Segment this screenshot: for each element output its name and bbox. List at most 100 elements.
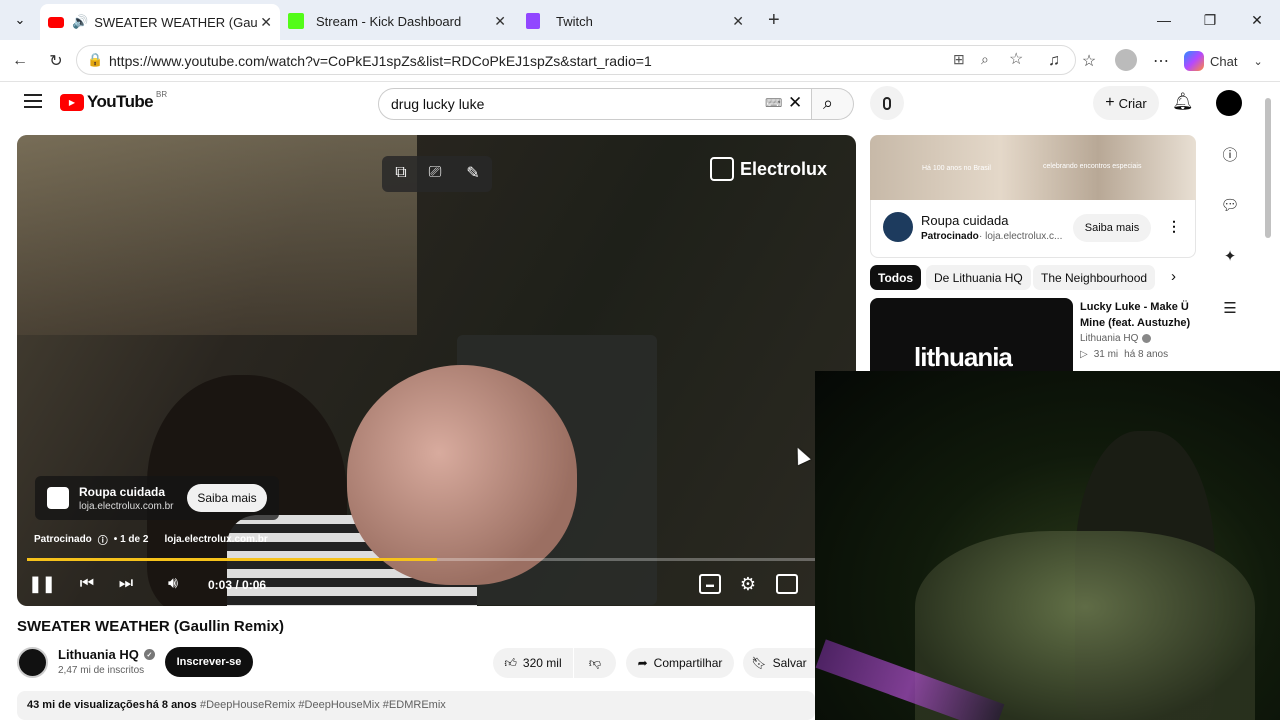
screen-capture-icon[interactable]: ⎚ bbox=[424, 162, 446, 184]
queue-list-icon[interactable]: ☰ bbox=[1218, 296, 1242, 320]
subscribe-button[interactable]: Inscrever-se bbox=[165, 647, 253, 677]
recommended-title-line-1: Lucky Luke - Make Ü bbox=[1080, 301, 1189, 313]
progress-bar[interactable] bbox=[27, 558, 815, 561]
speaker-icon[interactable]: 🔊 bbox=[72, 14, 88, 30]
dislike-button[interactable]: 👎︎ bbox=[574, 648, 616, 678]
search-input[interactable]: drug lucky luke bbox=[391, 96, 484, 112]
media-control-icon[interactable]: ♫ bbox=[1043, 50, 1065, 72]
webcam-overlay bbox=[815, 371, 1280, 720]
lock-icon[interactable]: 🔒 bbox=[87, 52, 103, 68]
like-button[interactable]: 👍︎ 320 mil bbox=[493, 648, 573, 678]
recommended-age: há 8 anos bbox=[1124, 349, 1169, 360]
volume-icon[interactable]: 🔊︎ bbox=[162, 573, 184, 595]
chip-todos[interactable]: Todos bbox=[870, 265, 922, 290]
recommended-title-line-2: Mine (feat. Austuzhe) bbox=[1080, 317, 1191, 329]
recommended-views: 31 mi bbox=[1093, 349, 1119, 360]
voice-search-button[interactable] bbox=[870, 86, 904, 120]
account-avatar[interactable] bbox=[1216, 90, 1242, 116]
hashtags[interactable]: #DeepHouseRemix #DeepHouseMix #EDMREmix bbox=[200, 699, 446, 711]
sidebar-ad-info: Roupa cuidada Patrocinado · loja.electro… bbox=[870, 200, 1196, 258]
youtube-favicon-icon bbox=[48, 16, 64, 28]
pause-icon[interactable]: ❚❚ bbox=[29, 573, 56, 595]
progress-fill bbox=[27, 558, 437, 561]
copilot-chat-button[interactable]: Chat ⌄ bbox=[1184, 49, 1263, 73]
ad-domain: loja.electrolux.com.br bbox=[79, 501, 174, 512]
recommended-video-title[interactable]: Lucky Luke - Make Ü Mine (feat. Austuzhe… bbox=[1080, 299, 1190, 331]
tab-title: Twitch bbox=[556, 13, 593, 29]
address-bar[interactable]: 🔒 https://www.youtube.com/watch?v=CoPkEJ… bbox=[76, 45, 1076, 75]
page-scrollbar[interactable] bbox=[1265, 98, 1271, 238]
app-available-icon[interactable]: ⊞ bbox=[953, 51, 965, 68]
chevron-down-icon: ⌄ bbox=[1253, 55, 1263, 68]
notes-icon[interactable]: ✎ bbox=[462, 162, 484, 184]
info-icon[interactable]: ⓘ bbox=[98, 532, 108, 547]
close-window-icon[interactable]: ✕ bbox=[1245, 8, 1269, 32]
settings-gear-icon[interactable]: ⚙︎ bbox=[737, 573, 759, 595]
more-menu-icon[interactable]: ⋯ bbox=[1150, 50, 1172, 72]
create-button[interactable]: + Criar bbox=[1093, 86, 1159, 120]
profile-avatar[interactable] bbox=[1115, 49, 1137, 71]
tab-twitch[interactable]: Twitch ✕ bbox=[520, 6, 752, 36]
reload-icon[interactable]: ↻ bbox=[45, 50, 67, 72]
minimize-icon[interactable]: — bbox=[1152, 8, 1176, 32]
electrolux-watermark: Electrolux bbox=[710, 157, 827, 181]
share-button[interactable]: ➦ Compartilhar bbox=[626, 648, 734, 678]
info-icon[interactable]: ⓘ bbox=[1218, 142, 1242, 166]
video-frame-background bbox=[17, 135, 417, 335]
sidebar-ad-title: Roupa cuidada bbox=[921, 213, 1009, 228]
favorite-star-icon[interactable]: ☆ bbox=[1009, 49, 1023, 69]
sidebar-ad-banner[interactable]: Há 100 anos no Brasil celebrando encontr… bbox=[870, 135, 1196, 200]
recommended-video-thumbnail[interactable]: lithuania bbox=[870, 298, 1073, 371]
chip-the-neighbourhood[interactable]: The Neighbourhood bbox=[1033, 265, 1156, 290]
tab-list-dropdown-icon[interactable]: ⌄ bbox=[10, 10, 30, 30]
search-button[interactable]: ⌕ bbox=[812, 88, 854, 120]
keyboard-icon[interactable]: ⌨ bbox=[765, 96, 782, 110]
clear-search-icon[interactable]: ✕ bbox=[788, 93, 802, 113]
recommended-channel-name: Lithuania HQ bbox=[1080, 333, 1139, 344]
pip-icon[interactable]: ⧉ bbox=[390, 162, 412, 184]
twitch-favicon-icon bbox=[526, 13, 540, 29]
description-box[interactable]: 43 mi de visualizações há 8 anos #DeepHo… bbox=[17, 691, 815, 720]
favorites-icon[interactable]: ☆ bbox=[1078, 50, 1100, 72]
recommended-meta: ▷ 31 mi há 8 anos bbox=[1080, 349, 1168, 360]
ad-cta-button[interactable]: Saiba mais bbox=[187, 484, 267, 512]
share-label: Compartilhar bbox=[653, 656, 723, 670]
ad-banner-text-1: Há 100 anos no Brasil bbox=[922, 165, 991, 172]
next-icon[interactable]: ⏭︎ bbox=[115, 573, 137, 595]
recommended-channel[interactable]: Lithuania HQ bbox=[1080, 333, 1152, 344]
new-tab-button[interactable]: + bbox=[768, 9, 780, 32]
chat-bubble-icon[interactable]: 💬︎ bbox=[1218, 193, 1242, 217]
sidebar-ad-cta-button[interactable]: Saiba mais bbox=[1073, 214, 1151, 242]
subtitles-icon[interactable]: ▬ bbox=[699, 574, 721, 594]
tab-youtube[interactable]: 🔊 SWEATER WEATHER (Gaullin R ✕ bbox=[40, 4, 280, 40]
mix-icon: ▷ bbox=[1080, 349, 1088, 360]
chips-next-icon[interactable]: › bbox=[1171, 268, 1176, 285]
save-button[interactable]: 🔖︎ Salvar bbox=[743, 648, 815, 678]
channel-name[interactable]: Lithuania HQ ✓ bbox=[58, 647, 155, 662]
close-tab-icon[interactable]: ✕ bbox=[732, 13, 744, 30]
restore-icon[interactable]: ❐ bbox=[1198, 8, 1222, 32]
close-tab-icon[interactable]: ✕ bbox=[260, 14, 272, 31]
youtube-logo[interactable]: ▶ YouTube BR bbox=[60, 90, 167, 112]
sparkle-icon[interactable]: ✦ bbox=[1218, 244, 1242, 268]
channel-avatar[interactable] bbox=[17, 647, 48, 678]
url-text: https://www.youtube.com/watch?v=CoPkEJ1s… bbox=[109, 53, 652, 69]
hamburger-menu-icon[interactable] bbox=[24, 94, 42, 108]
ad-link[interactable]: loja.electrolux.com.br bbox=[164, 534, 267, 545]
ad-advertiser-logo bbox=[47, 487, 69, 509]
close-tab-icon[interactable]: ✕ bbox=[494, 13, 506, 30]
notifications-bell-icon[interactable]: 🔔︎ bbox=[1172, 92, 1194, 112]
video-title: SWEATER WEATHER (Gaullin Remix) bbox=[17, 618, 284, 635]
zoom-icon[interactable]: ⌕ bbox=[981, 51, 989, 68]
microphone-icon bbox=[883, 96, 891, 110]
chip-de-lithuania-hq[interactable]: De Lithuania HQ bbox=[926, 265, 1031, 290]
more-options-icon[interactable]: ⋮ bbox=[1167, 218, 1181, 235]
verified-icon: ✓ bbox=[143, 649, 155, 660]
tab-title: SWEATER WEATHER (Gaullin R bbox=[94, 14, 258, 30]
brand-watermark: Electrolux bbox=[740, 158, 828, 179]
tab-kick[interactable]: Stream - Kick Dashboard ✕ bbox=[282, 6, 514, 36]
search-box[interactable]: drug lucky luke ⌨ ✕ bbox=[378, 88, 812, 120]
previous-icon[interactable]: ⏮︎ bbox=[76, 573, 98, 595]
back-icon[interactable]: ← bbox=[9, 50, 31, 72]
theater-mode-icon[interactable] bbox=[776, 574, 798, 594]
